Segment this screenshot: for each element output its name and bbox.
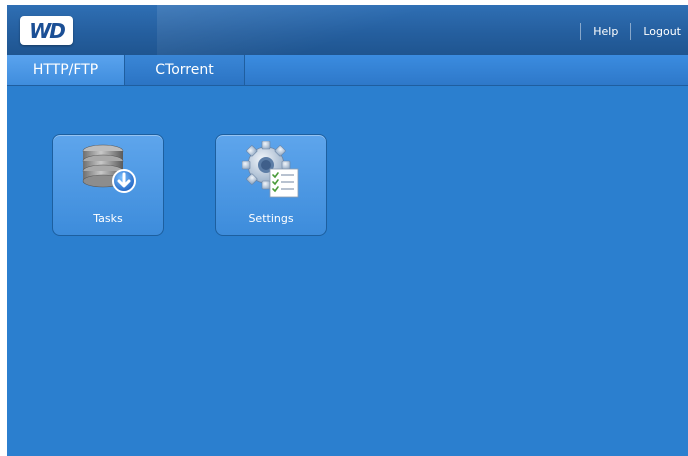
wd-logo-text: WD: [29, 18, 66, 43]
wd-logo: WD: [20, 16, 73, 45]
tab-ctorrent[interactable]: CTorrent: [125, 55, 245, 85]
tasks-label: Tasks: [93, 212, 123, 225]
help-link[interactable]: Help: [593, 25, 618, 38]
tasks-tile[interactable]: Tasks: [52, 134, 164, 236]
link-divider: [580, 22, 582, 40]
tab-bar: HTTP/FTP CTorrent: [7, 55, 688, 86]
settings-gear-icon: [242, 141, 299, 198]
settings-tile[interactable]: Settings: [215, 134, 327, 236]
header-bar: WD Help Logout: [7, 5, 688, 56]
database-download-icon: [82, 144, 136, 193]
top-links: Help Logout: [568, 21, 681, 41]
link-divider: [630, 22, 632, 40]
settings-label: Settings: [248, 212, 294, 225]
logout-link[interactable]: Logout: [643, 25, 681, 38]
app-window: WD Help Logout HTTP/FTP CTorrent Tasks S…: [7, 5, 688, 456]
tab-http-ftp[interactable]: HTTP/FTP: [7, 55, 125, 85]
